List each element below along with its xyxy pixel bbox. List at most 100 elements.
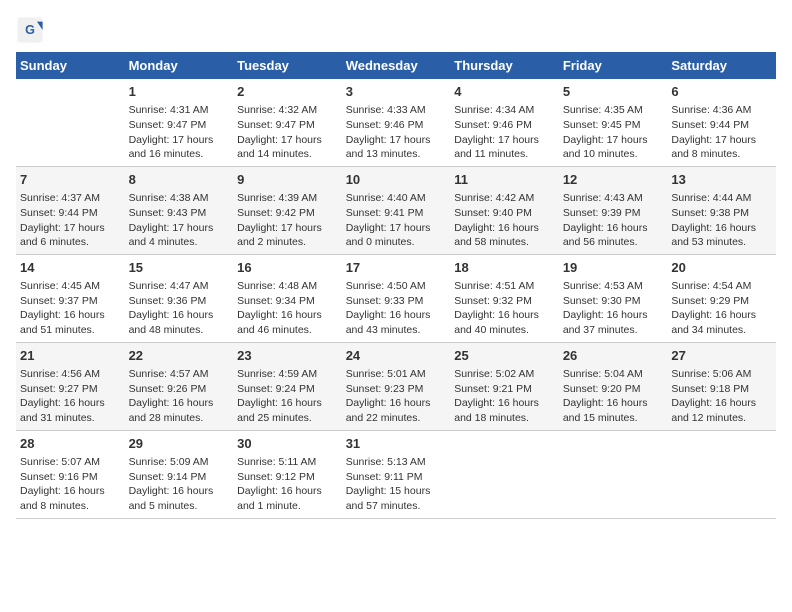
day-number: 6	[671, 83, 772, 101]
day-number: 29	[129, 435, 230, 453]
day-info: Sunrise: 4:32 AMSunset: 9:47 PMDaylight:…	[237, 103, 338, 162]
week-row-4: 21 Sunrise: 4:56 AMSunset: 9:27 PMDayligh…	[16, 342, 776, 430]
day-info: Sunrise: 4:53 AMSunset: 9:30 PMDaylight:…	[563, 279, 664, 338]
day-number: 8	[129, 171, 230, 189]
calendar-cell: 22 Sunrise: 4:57 AMSunset: 9:26 PMDayligh…	[125, 342, 234, 430]
calendar-cell: 14 Sunrise: 4:45 AMSunset: 9:37 PMDayligh…	[16, 254, 125, 342]
logo-icon: G	[16, 16, 44, 44]
day-info: Sunrise: 5:09 AMSunset: 9:14 PMDaylight:…	[129, 455, 230, 514]
week-row-5: 28Sunrise: 5:07 AMSunset: 9:16 PMDayligh…	[16, 430, 776, 518]
calendar-cell: 24 Sunrise: 5:01 AMSunset: 9:23 PMDayligh…	[342, 342, 451, 430]
calendar-cell: 6Sunrise: 4:36 AMSunset: 9:44 PMDaylight…	[667, 79, 776, 166]
day-info: Sunrise: 4:56 AMSunset: 9:27 PMDaylight:…	[20, 367, 121, 426]
day-info: Sunrise: 5:01 AMSunset: 9:23 PMDaylight:…	[346, 367, 447, 426]
day-number: 10	[346, 171, 447, 189]
day-info: Sunrise: 4:51 AMSunset: 9:32 PMDaylight:…	[454, 279, 555, 338]
calendar-cell: 27 Sunrise: 5:06 AMSunset: 9:18 PMDayligh…	[667, 342, 776, 430]
calendar-cell: 29 Sunrise: 5:09 AMSunset: 9:14 PMDayligh…	[125, 430, 234, 518]
calendar-cell: 2 Sunrise: 4:32 AMSunset: 9:47 PMDaylight…	[233, 79, 342, 166]
day-number: 7	[20, 171, 121, 189]
day-number: 17	[346, 259, 447, 277]
day-number: 14	[20, 259, 121, 277]
day-info: Sunrise: 4:31 AMSunset: 9:47 PMDaylight:…	[129, 103, 230, 162]
day-number: 11	[454, 171, 555, 189]
day-info: Sunrise: 5:13 AMSunset: 9:11 PMDaylight:…	[346, 455, 447, 514]
calendar-cell	[450, 430, 559, 518]
day-info: Sunrise: 4:54 AMSunset: 9:29 PMDaylight:…	[671, 279, 772, 338]
day-info: Sunrise: 4:43 AMSunset: 9:39 PMDaylight:…	[563, 191, 664, 250]
day-number: 18	[454, 259, 555, 277]
day-number: 9	[237, 171, 338, 189]
calendar-cell: 4Sunrise: 4:34 AMSunset: 9:46 PMDaylight…	[450, 79, 559, 166]
day-number: 3	[346, 83, 447, 101]
day-number: 22	[129, 347, 230, 365]
calendar-cell: 5 Sunrise: 4:35 AMSunset: 9:45 PMDaylight…	[559, 79, 668, 166]
day-number: 15	[129, 259, 230, 277]
day-number: 5	[563, 83, 664, 101]
calendar-cell	[559, 430, 668, 518]
svg-text:G: G	[25, 23, 35, 37]
calendar-cell: 11 Sunrise: 4:42 AMSunset: 9:40 PMDayligh…	[450, 166, 559, 254]
day-info: Sunrise: 4:40 AMSunset: 9:41 PMDaylight:…	[346, 191, 447, 250]
day-number: 16	[237, 259, 338, 277]
calendar-cell: 30Sunrise: 5:11 AMSunset: 9:12 PMDayligh…	[233, 430, 342, 518]
calendar-body: 1 Sunrise: 4:31 AMSunset: 9:47 PMDaylight…	[16, 79, 776, 518]
calendar-cell: 7 Sunrise: 4:37 AMSunset: 9:44 PMDaylight…	[16, 166, 125, 254]
day-info: Sunrise: 4:38 AMSunset: 9:43 PMDaylight:…	[129, 191, 230, 250]
day-number: 24	[346, 347, 447, 365]
calendar-cell: 1 Sunrise: 4:31 AMSunset: 9:47 PMDaylight…	[125, 79, 234, 166]
day-number: 2	[237, 83, 338, 101]
calendar-cell: 13Sunrise: 4:44 AMSunset: 9:38 PMDayligh…	[667, 166, 776, 254]
header-day-saturday: Saturday	[667, 52, 776, 79]
day-info: Sunrise: 5:06 AMSunset: 9:18 PMDaylight:…	[671, 367, 772, 426]
calendar-header: SundayMondayTuesdayWednesdayThursdayFrid…	[16, 52, 776, 79]
day-number: 20	[671, 259, 772, 277]
calendar-cell	[16, 79, 125, 166]
day-info: Sunrise: 4:34 AMSunset: 9:46 PMDaylight:…	[454, 103, 555, 162]
calendar-cell: 10 Sunrise: 4:40 AMSunset: 9:41 PMDayligh…	[342, 166, 451, 254]
calendar-cell: 31 Sunrise: 5:13 AMSunset: 9:11 PMDayligh…	[342, 430, 451, 518]
day-number: 25	[454, 347, 555, 365]
calendar-cell: 19 Sunrise: 4:53 AMSunset: 9:30 PMDayligh…	[559, 254, 668, 342]
day-info: Sunrise: 5:07 AMSunset: 9:16 PMDaylight:…	[20, 455, 121, 514]
calendar-table: SundayMondayTuesdayWednesdayThursdayFrid…	[16, 52, 776, 519]
header-row: SundayMondayTuesdayWednesdayThursdayFrid…	[16, 52, 776, 79]
day-number: 31	[346, 435, 447, 453]
calendar-cell: 8 Sunrise: 4:38 AMSunset: 9:43 PMDaylight…	[125, 166, 234, 254]
calendar-cell: 20 Sunrise: 4:54 AMSunset: 9:29 PMDayligh…	[667, 254, 776, 342]
day-info: Sunrise: 4:42 AMSunset: 9:40 PMDaylight:…	[454, 191, 555, 250]
day-info: Sunrise: 4:44 AMSunset: 9:38 PMDaylight:…	[671, 191, 772, 250]
header-day-wednesday: Wednesday	[342, 52, 451, 79]
day-info: Sunrise: 4:59 AMSunset: 9:24 PMDaylight:…	[237, 367, 338, 426]
day-info: Sunrise: 4:37 AMSunset: 9:44 PMDaylight:…	[20, 191, 121, 250]
calendar-cell: 12 Sunrise: 4:43 AMSunset: 9:39 PMDayligh…	[559, 166, 668, 254]
day-info: Sunrise: 4:48 AMSunset: 9:34 PMDaylight:…	[237, 279, 338, 338]
day-number: 1	[129, 83, 230, 101]
header-day-monday: Monday	[125, 52, 234, 79]
day-number: 12	[563, 171, 664, 189]
header-day-tuesday: Tuesday	[233, 52, 342, 79]
day-number: 19	[563, 259, 664, 277]
day-info: Sunrise: 4:39 AMSunset: 9:42 PMDaylight:…	[237, 191, 338, 250]
day-info: Sunrise: 4:57 AMSunset: 9:26 PMDaylight:…	[129, 367, 230, 426]
calendar-cell	[667, 430, 776, 518]
day-info: Sunrise: 5:04 AMSunset: 9:20 PMDaylight:…	[563, 367, 664, 426]
day-info: Sunrise: 4:50 AMSunset: 9:33 PMDaylight:…	[346, 279, 447, 338]
day-info: Sunrise: 4:35 AMSunset: 9:45 PMDaylight:…	[563, 103, 664, 162]
logo: G	[16, 16, 48, 44]
calendar-cell: 18 Sunrise: 4:51 AMSunset: 9:32 PMDayligh…	[450, 254, 559, 342]
week-row-1: 1 Sunrise: 4:31 AMSunset: 9:47 PMDaylight…	[16, 79, 776, 166]
day-info: Sunrise: 4:45 AMSunset: 9:37 PMDaylight:…	[20, 279, 121, 338]
header-day-sunday: Sunday	[16, 52, 125, 79]
calendar-cell: 25Sunrise: 5:02 AMSunset: 9:21 PMDayligh…	[450, 342, 559, 430]
day-number: 30	[237, 435, 338, 453]
calendar-cell: 23Sunrise: 4:59 AMSunset: 9:24 PMDayligh…	[233, 342, 342, 430]
day-number: 27	[671, 347, 772, 365]
calendar-cell: 16 Sunrise: 4:48 AMSunset: 9:34 PMDayligh…	[233, 254, 342, 342]
day-number: 21	[20, 347, 121, 365]
header-day-friday: Friday	[559, 52, 668, 79]
calendar-cell: 28Sunrise: 5:07 AMSunset: 9:16 PMDayligh…	[16, 430, 125, 518]
day-number: 26	[563, 347, 664, 365]
week-row-2: 7 Sunrise: 4:37 AMSunset: 9:44 PMDaylight…	[16, 166, 776, 254]
calendar-cell: 9 Sunrise: 4:39 AMSunset: 9:42 PMDaylight…	[233, 166, 342, 254]
